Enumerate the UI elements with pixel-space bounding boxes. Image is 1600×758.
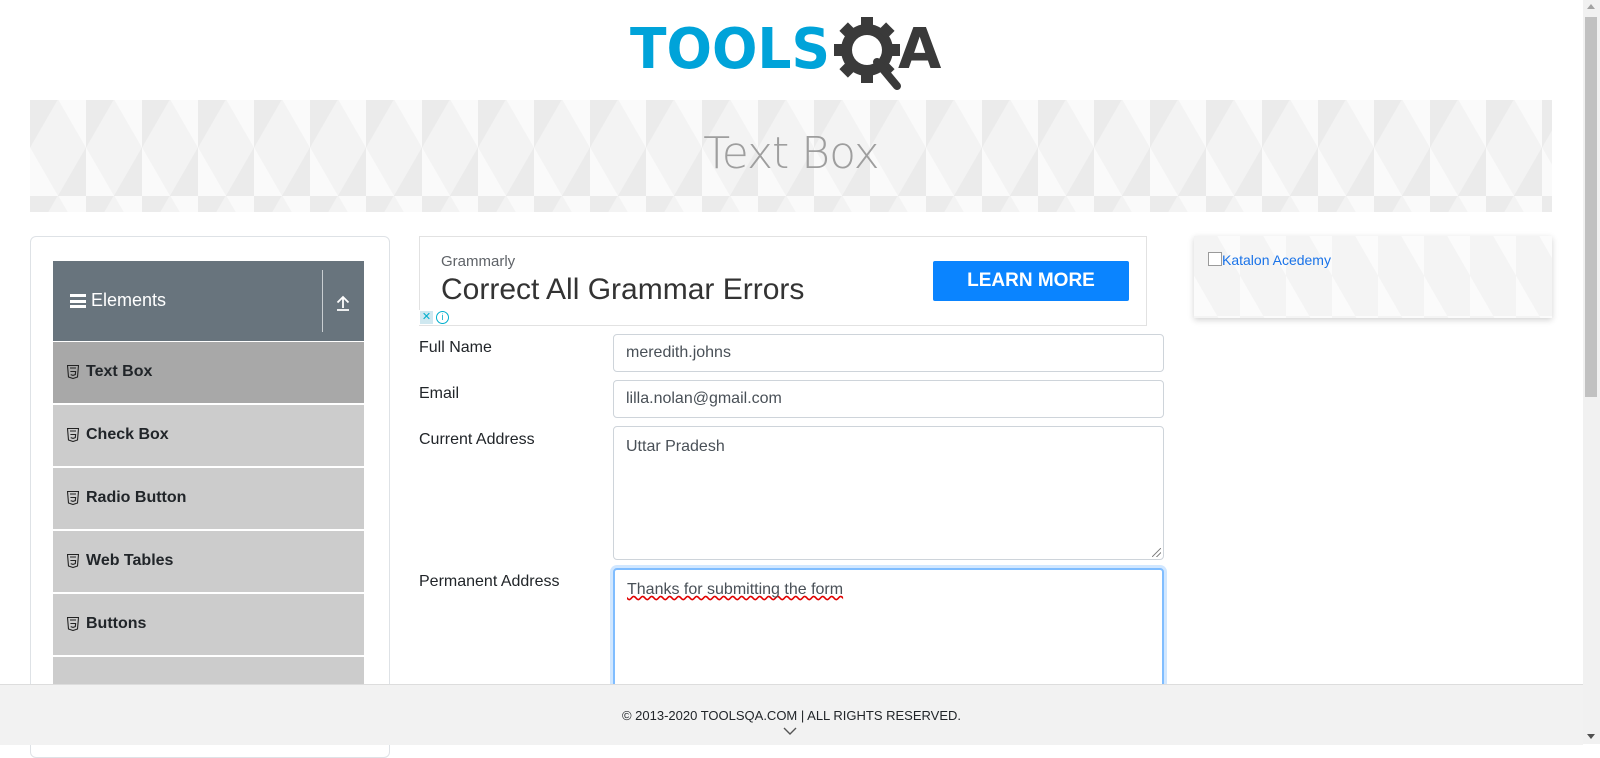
chevron-down-icon[interactable]: [783, 726, 797, 736]
katalon-ad[interactable]: Katalon Acedemy: [1194, 236, 1552, 318]
sidebar-item-buttons[interactable]: Buttons: [53, 593, 364, 655]
elements-group-header[interactable]: Elements: [53, 261, 364, 341]
grammarly-ad[interactable]: Grammarly Correct All Grammar Errors LEA…: [419, 236, 1147, 326]
page-title: Text Box: [703, 128, 879, 179]
svg-text:TOOLS: TOOLS: [630, 17, 830, 82]
sidebar-item-text-box[interactable]: Text Box: [53, 341, 364, 403]
sidebar-item-label: Text Box: [86, 363, 153, 380]
full-name-input[interactable]: meredith.johns: [613, 334, 1164, 372]
footer: © 2013-2020 TOOLSQA.COM | ALL RIGHTS RES…: [0, 684, 1583, 745]
broken-image-icon: [1208, 252, 1222, 266]
sidebar-item-radio-button[interactable]: Radio Button: [53, 467, 364, 529]
html5-icon: [67, 491, 79, 505]
ad-alt-text[interactable]: Katalon Acedemy: [1222, 252, 1331, 268]
sidebar-item-web-tables[interactable]: Web Tables: [53, 530, 364, 592]
copyright-text: © 2013-2020 TOOLSQA.COM | ALL RIGHTS RES…: [621, 708, 962, 723]
current-address-textarea[interactable]: Uttar Pradesh: [613, 426, 1164, 560]
scrollbar-thumb[interactable]: [1585, 17, 1597, 397]
svg-text:A: A: [898, 17, 942, 82]
toolsqa-logo[interactable]: TOOLS A: [630, 14, 960, 90]
left-panel: Elements Text Box Check Box Radio Button…: [30, 236, 390, 758]
html5-icon: [67, 554, 79, 568]
gear-icon: [834, 17, 901, 90]
html5-icon: [67, 365, 79, 379]
permanent-address-textarea[interactable]: Thanks for submitting the form: [613, 568, 1164, 698]
resize-grip[interactable]: [1152, 548, 1161, 557]
ad-headline: Correct All Grammar Errors: [441, 273, 805, 306]
html5-icon: [67, 428, 79, 442]
sidebar-item-check-box[interactable]: Check Box: [53, 404, 364, 466]
email-label: Email: [419, 385, 460, 402]
permanent-address-label: Permanent Address: [419, 573, 560, 590]
sidebar-item-label: Radio Button: [86, 489, 187, 506]
scroll-up-arrow-icon[interactable]: [1587, 4, 1595, 9]
full-name-value: meredith.johns: [626, 344, 731, 361]
ad-brand: Grammarly: [441, 253, 516, 270]
divider: [322, 270, 323, 332]
current-address-value: Uttar Pradesh: [626, 438, 725, 455]
sidebar-item-label: Check Box: [86, 426, 169, 443]
arrow-up-icon[interactable]: [333, 293, 353, 313]
vertical-scrollbar[interactable]: [1583, 0, 1600, 744]
email-input[interactable]: lilla.nolan@gmail.com: [613, 380, 1164, 418]
group-label: Elements: [91, 290, 167, 310]
close-ad-icon[interactable]: ✕: [420, 311, 433, 324]
info-icon[interactable]: i: [436, 311, 449, 324]
current-address-label: Current Address: [419, 431, 535, 448]
page-banner: Text Box: [30, 100, 1552, 212]
full-name-label: Full Name: [419, 339, 492, 356]
email-value: lilla.nolan@gmail.com: [626, 390, 782, 407]
hamburger-icon: [70, 294, 86, 308]
permanent-address-value: Thanks for submitting the form: [627, 581, 844, 598]
sidebar-item-label: Web Tables: [86, 552, 174, 569]
scroll-down-arrow-icon[interactable]: [1587, 734, 1595, 739]
sidebar-item-label: Buttons: [86, 615, 147, 632]
ad-choices[interactable]: ✕ i: [419, 310, 453, 325]
html5-icon: [67, 617, 79, 631]
learn-more-button[interactable]: LEARN MORE: [933, 261, 1129, 301]
